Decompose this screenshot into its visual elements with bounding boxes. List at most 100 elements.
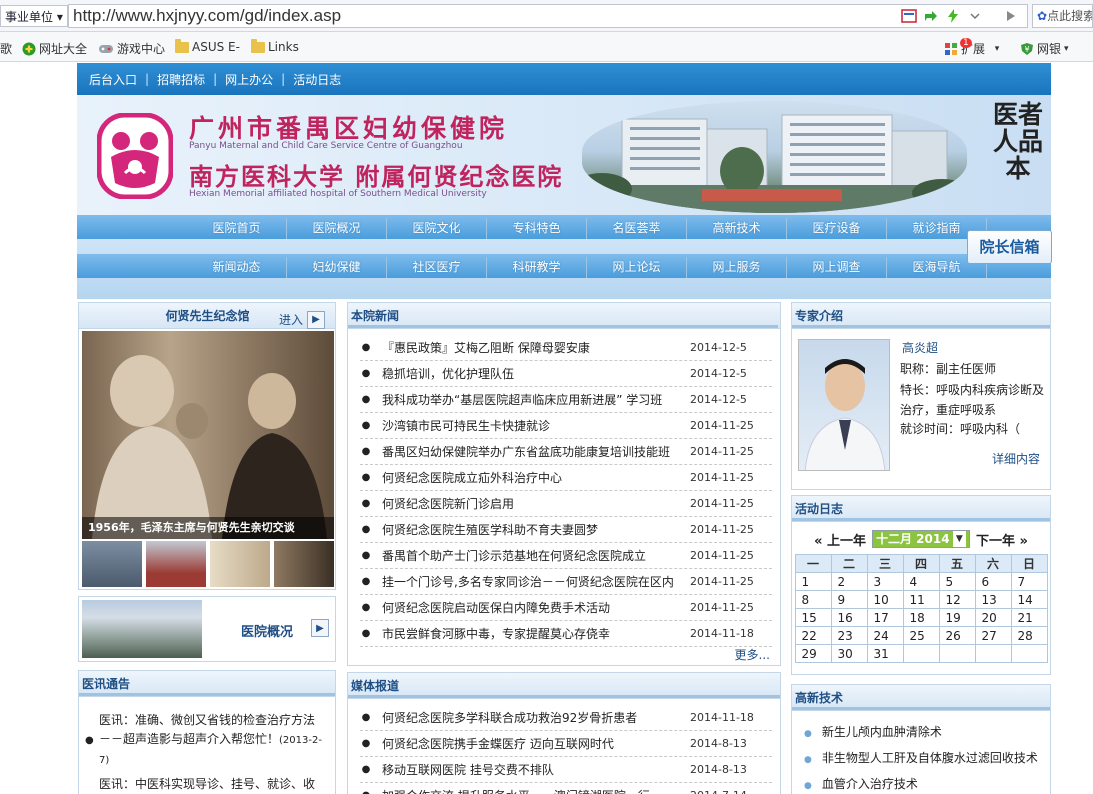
news-item[interactable]: ● 市民尝鲜食河豚中毒，专家提醒莫心存侥幸 2014-11-18 (360, 621, 772, 647)
nav-item-tech[interactable]: 高新技术 (687, 218, 787, 239)
share-icon[interactable] (923, 8, 939, 24)
calendar-day[interactable]: 1 (794, 572, 832, 591)
nav-item-doctors[interactable]: 名医荟萃 (587, 218, 687, 239)
calendar-day[interactable]: 11 (902, 590, 940, 609)
overview-panel[interactable]: 医院概况 ▶ (78, 596, 336, 662)
scope-dropdown[interactable]: 事业单位 ▾ (0, 5, 68, 27)
calendar-day[interactable]: 8 (794, 590, 832, 609)
calendar-day[interactable]: 13 (974, 590, 1012, 609)
news-item-title[interactable]: 番禺区妇幼保健院举办广东省盆底功能康复培训技能班 (372, 439, 690, 464)
reader-icon[interactable] (901, 8, 917, 24)
calendar-day[interactable]: 20 (974, 608, 1012, 627)
extensions-button[interactable]: 扩展 1 ▾ (944, 37, 999, 57)
news-item-title[interactable]: 何贤纪念医院生殖医学科助不育夫妻圆梦 (372, 517, 690, 542)
top-link-recruit[interactable]: 招聘招标 (149, 71, 213, 88)
news-item-title[interactable]: 挂一个门诊号,多名专家同诊治－－何贤纪念医院在区内 (372, 569, 690, 594)
news-item[interactable]: ● 何贤纪念医院多学科联合成功救治92岁骨折患者 2014-11-18 (360, 705, 772, 731)
news-item[interactable]: ● 何贤纪念医院生殖医学科助不育夫妻圆梦 2014-11-25 (360, 517, 772, 543)
thumbnail[interactable] (210, 541, 270, 587)
news-item-title[interactable]: 何贤纪念医院新门诊启用 (372, 491, 690, 516)
news-item-title[interactable]: 稳抓培训，优化护理队伍 (372, 361, 690, 386)
calendar-day[interactable]: 30 (830, 644, 868, 663)
news-item-title[interactable]: 沙湾镇市民可持民生卡快捷就诊 (372, 413, 690, 438)
calendar-day[interactable]: 28 (1010, 626, 1048, 645)
play-icon[interactable] (1004, 9, 1018, 23)
calendar-day[interactable]: 23 (830, 626, 868, 645)
top-link-office[interactable]: 网上办公 (217, 71, 281, 88)
arrow-right-icon[interactable]: ▶ (311, 619, 329, 637)
thumbnail[interactable] (82, 541, 142, 587)
news-item[interactable]: ● 番禺区妇幼保健院举办广东省盆底功能康复培训技能班 2014-11-25 (360, 439, 772, 465)
search-input[interactable]: ✿点此搜索 (1032, 4, 1093, 28)
nav-item-home[interactable]: 医院首页 (187, 218, 287, 239)
bookmark-item[interactable]: ASUS E- (175, 38, 240, 54)
calendar-day[interactable]: 5 (938, 572, 976, 591)
tech-item[interactable]: ● 新生儿颅内血肿清除术 (804, 719, 1050, 745)
expert-photo[interactable] (798, 339, 890, 471)
news-item-title[interactable]: 加强合作交流 提升服务水平－－澳门镜湖医院一行 (372, 783, 690, 794)
news-item-title[interactable]: 移动互联网医院 挂号交费不排队 (372, 757, 690, 782)
news-item[interactable]: ● 番禺首个助产士门诊示范基地在何贤纪念医院成立 2014-11-25 (360, 543, 772, 569)
calendar-day[interactable]: 2 (830, 572, 868, 591)
calendar-day[interactable]: 10 (866, 590, 904, 609)
bookmark-item[interactable]: 歌 (0, 40, 12, 57)
nav-item-maternal[interactable]: 妇幼保健 (287, 257, 387, 278)
calendar-day[interactable]: 31 (866, 644, 904, 663)
news-item[interactable]: ● 我科成功举办“基层医院超声临床应用新进展” 学习班 2014-12-5 (360, 387, 772, 413)
news-item-title[interactable]: 市民尝鲜食河豚中毒，专家提醒莫心存侥幸 (372, 621, 690, 646)
calendar-day[interactable]: 3 (866, 572, 904, 591)
news-item[interactable]: ● 何贤纪念医院成立疝外科治疗中心 2014-11-25 (360, 465, 772, 491)
news-item-title[interactable]: 何贤纪念医院携手金蝶医疗 迈向互联网时代 (372, 731, 690, 756)
nav-item-equipment[interactable]: 医疗设备 (787, 218, 887, 239)
nav-item-survey[interactable]: 网上调查 (787, 257, 887, 278)
news-item[interactable]: ● 何贤纪念医院启动医保白内障免费手术活动 2014-11-25 (360, 595, 772, 621)
news-item[interactable]: ● 沙湾镇市民可持民生卡快捷就诊 2014-11-25 (360, 413, 772, 439)
calendar-day[interactable]: 16 (830, 608, 868, 627)
news-item-title[interactable]: 何贤纪念医院启动医保白内障免费手术活动 (372, 595, 690, 620)
calendar-day[interactable]: 12 (938, 590, 976, 609)
calendar-day[interactable]: 24 (866, 626, 904, 645)
netbank-button[interactable]: ¥ 网银 ▾ (1020, 40, 1069, 57)
bookmark-item[interactable]: 网址大全 (22, 40, 87, 57)
top-link-admin[interactable]: 后台入口 (81, 71, 145, 88)
calendar-day[interactable]: 7 (1010, 572, 1048, 591)
expert-name[interactable]: 高炎超 (902, 339, 938, 356)
top-link-activity-log[interactable]: 活动日志 (285, 71, 349, 88)
calendar-day[interactable]: 18 (902, 608, 940, 627)
tech-item[interactable]: ● 血管介入治疗技术 (804, 771, 1050, 794)
nav-item-culture[interactable]: 医院文化 (387, 218, 487, 239)
overview-label[interactable]: 医院概况 (241, 621, 293, 640)
president-mailbox-button[interactable]: 院长信箱 (967, 230, 1052, 264)
thumbnail[interactable] (146, 541, 206, 587)
nav-item-forum[interactable]: 网上论坛 (587, 257, 687, 278)
calendar-day[interactable]: 19 (938, 608, 976, 627)
notice-item[interactable]: 医讯：中医科实现导诊、挂号、就诊、收 (99, 775, 329, 792)
news-item-title[interactable]: 我科成功举办“基层医院超声临床应用新进展” 学习班 (372, 387, 690, 412)
calendar-day[interactable]: 27 (974, 626, 1012, 645)
tech-item-title[interactable]: 非生物型人工肝及自体腹水过滤回收技术 (822, 751, 1038, 765)
bookmark-item[interactable]: Links (251, 38, 299, 54)
news-more-link[interactable]: 更多... (735, 646, 770, 663)
nav-item-news[interactable]: 新闻动态 (187, 257, 287, 278)
next-year-button[interactable]: 下一年 » (976, 530, 1028, 549)
news-item[interactable]: ●加强合作交流 提升服务水平－－澳门镜湖医院一行2014-7-14 (360, 783, 772, 794)
calendar-day[interactable]: 14 (1010, 590, 1048, 609)
notice-item[interactable]: ● 医讯：准确、微创又省钱的检查治疗方法－－超声造影与超声介入帮您忙！(2013… (85, 711, 325, 770)
nav-item-research[interactable]: 科研教学 (487, 257, 587, 278)
news-item[interactable]: ● 移动互联网医院 挂号交费不排队 2014-8-13 (360, 757, 772, 783)
calendar-day[interactable]: 17 (866, 608, 904, 627)
tech-item-title[interactable]: 新生儿颅内血肿清除术 (822, 725, 942, 739)
calendar-day[interactable]: 21 (1010, 608, 1048, 627)
news-item[interactable]: ● 挂一个门诊号,多名专家同诊治－－何贤纪念医院在区内 2014-11-25 (360, 569, 772, 595)
tech-item[interactable]: ● 非生物型人工肝及自体腹水过滤回收技术 (804, 745, 1050, 771)
calendar-day[interactable]: 9 (830, 590, 868, 609)
memorial-enter-link[interactable]: 进入 ▶ (279, 307, 325, 333)
news-item-title[interactable]: 番禺首个助产士门诊示范基地在何贤纪念医院成立 (372, 543, 690, 568)
thumbnail[interactable] (274, 541, 334, 587)
calendar-day[interactable]: 22 (794, 626, 832, 645)
lightning-icon[interactable] (945, 8, 961, 24)
news-item[interactable]: ● 『惠民政策』艾梅乙阻断 保障母婴安康 2014-12-5 (360, 335, 772, 361)
news-item-title[interactable]: 何贤纪念医院成立疝外科治疗中心 (372, 465, 690, 490)
news-item[interactable]: ● 何贤纪念医院新门诊启用 2014-11-25 (360, 491, 772, 517)
bookmark-item[interactable]: 游戏中心 (98, 40, 165, 57)
